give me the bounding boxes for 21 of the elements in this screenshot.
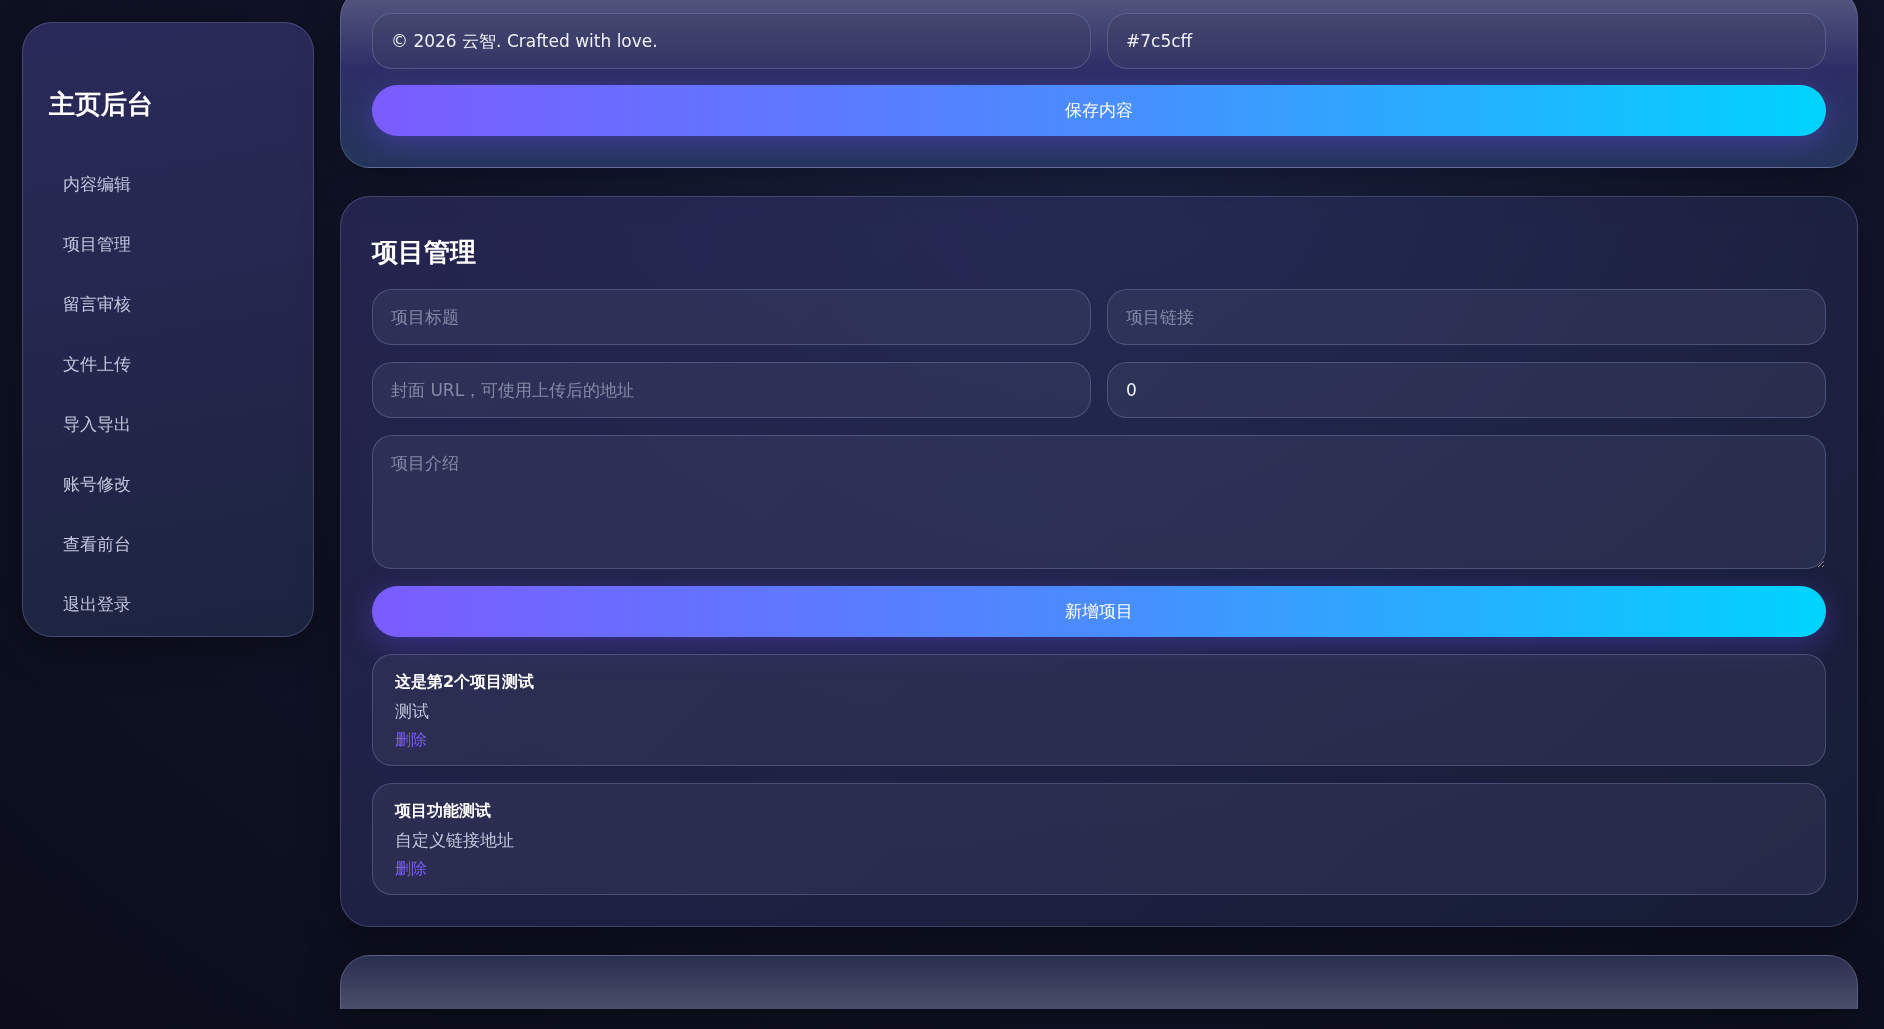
input-field[interactable]: © 2026 云智. Crafted with love. — [372, 13, 1091, 69]
project-title: 这是第2个项目测试 — [395, 672, 535, 694]
sidebar-item[interactable]: 文件上传 — [49, 334, 287, 395]
sidebar-item[interactable]: 内容编辑 — [49, 154, 287, 215]
sidebar-item[interactable]: 退出登录 — [49, 574, 287, 635]
sidebar-item[interactable]: 项目管理 — [49, 214, 287, 275]
sidebar-item[interactable]: 查看前台 — [49, 514, 287, 575]
input-field[interactable]: #7c5cff — [1107, 13, 1826, 69]
sidebar-item[interactable]: 导入导出 — [49, 394, 287, 455]
input-field[interactable]: 封面 URL，可使用上传后的地址 — [372, 362, 1091, 419]
sidebar-title: 主页后台 — [49, 89, 154, 121]
sidebar-item[interactable]: 留言审核 — [49, 274, 287, 335]
project-title: 项目功能测试 — [395, 801, 491, 823]
project-description: 自定义链接地址 — [395, 829, 514, 853]
input-field[interactable]: 项目标题 — [372, 289, 1091, 346]
input-field[interactable]: 项目链接 — [1107, 289, 1826, 346]
project-description: 测试 — [395, 700, 429, 724]
sidebar-item[interactable]: 账号修改 — [49, 454, 287, 515]
input-field[interactable]: 0 — [1107, 362, 1826, 419]
textarea-field[interactable]: 项目介绍 — [372, 435, 1826, 570]
section-title: 项目管理 — [372, 237, 477, 269]
